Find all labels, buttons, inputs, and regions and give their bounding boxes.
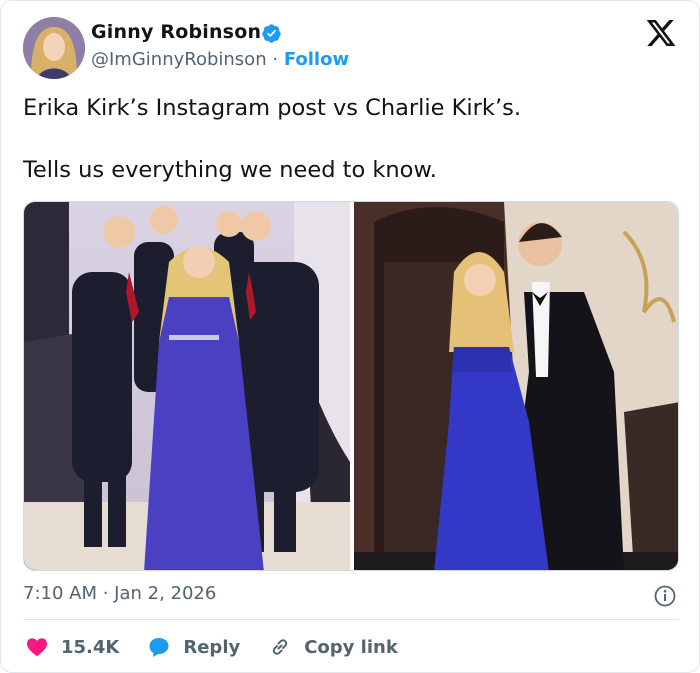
separator: · [272,49,279,70]
x-logo-icon[interactable] [645,17,677,49]
verified-badge-icon [262,24,281,43]
user-handle[interactable]: @ImGinnyRobinson [91,49,267,70]
reply-bubble-icon [149,638,169,657]
tweet-card: Ginny Robinson @ImGinnyRobinson · Follow… [0,0,700,673]
divider [23,619,679,620]
tweet-timestamp[interactable]: 7:10 AM · Jan 2, 2026 [23,583,216,604]
photo-group-on-staircase[interactable] [24,202,350,570]
action-bar: 15.4K Reply Copy link [25,633,426,661]
handle-row: @ImGinnyRobinson · Follow [91,49,349,70]
link-icon [273,639,288,655]
follow-button[interactable]: Follow [284,49,349,70]
heart-icon [27,638,47,657]
media-grid[interactable] [23,201,679,571]
photo-couple-formal[interactable] [354,202,678,570]
like-button[interactable]: 15.4K [25,635,119,659]
copy-link-button[interactable]: Copy link [268,635,398,659]
info-icon[interactable] [653,584,677,608]
display-name[interactable]: Ginny Robinson [91,21,261,43]
reply-button[interactable]: Reply [147,635,240,659]
reply-label: Reply [183,636,241,658]
avatar[interactable] [23,17,85,79]
like-count: 15.4K [61,636,120,658]
copy-link-label: Copy link [304,636,398,658]
tweet-text: Erika Kirk’s Instagram post vs Charlie K… [23,95,521,183]
